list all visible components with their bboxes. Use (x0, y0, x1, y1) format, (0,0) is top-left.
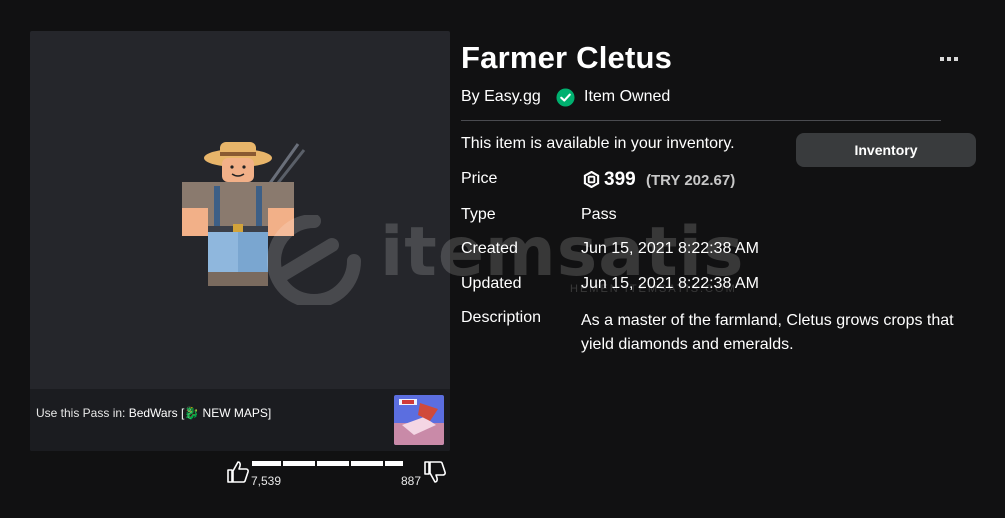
price-local-currency: (TRY 202.67) (646, 172, 736, 189)
inventory-button[interactable]: Inventory (796, 133, 976, 167)
item-owned-label: Item Owned (584, 88, 671, 105)
description-value: As a master of the farmland, Cletus grow… (581, 312, 954, 353)
downvote-count: 887 (401, 474, 422, 488)
item-creator-link[interactable]: By Easy.gg (461, 88, 541, 106)
type-value: Pass (581, 206, 617, 223)
item-title: Farmer Cletus (461, 40, 673, 75)
robux-icon (583, 171, 600, 188)
item-avatar-image (182, 142, 306, 286)
use-in-game-text: Use this Pass in: BedWars [🐉 NEW MAPS] (36, 406, 271, 420)
price-label: Price (461, 170, 498, 187)
vote-ratio-bar (252, 461, 403, 466)
check-circle-icon (556, 88, 575, 107)
thumbs-down-icon[interactable] (423, 460, 447, 484)
item-thumbnail-panel: Use this Pass in: BedWars [🐉 NEW MAPS] (30, 31, 450, 451)
price-value: 399 (604, 169, 636, 190)
thumbs-up-icon[interactable] (226, 460, 250, 484)
upvote-count: 7,539 (251, 474, 282, 488)
updated-value: Jun 15, 2021 8:22:38 AM (581, 275, 759, 292)
updated-label: Updated (461, 275, 522, 292)
availability-text: This item is available in your inventory… (461, 135, 735, 152)
type-label: Type (461, 206, 496, 223)
more-options-icon[interactable] (938, 52, 960, 66)
use-in-game-link[interactable]: BedWars [🐉 NEW MAPS] (129, 406, 272, 420)
use-in-game-bar: Use this Pass in: BedWars [🐉 NEW MAPS] (30, 389, 450, 451)
game-thumbnail[interactable] (394, 395, 444, 445)
created-label: Created (461, 240, 518, 257)
description-label: Description (461, 309, 542, 326)
use-in-prefix: Use this Pass in: (36, 406, 129, 420)
header-divider (461, 120, 941, 121)
created-value: Jun 15, 2021 8:22:38 AM (581, 240, 759, 257)
